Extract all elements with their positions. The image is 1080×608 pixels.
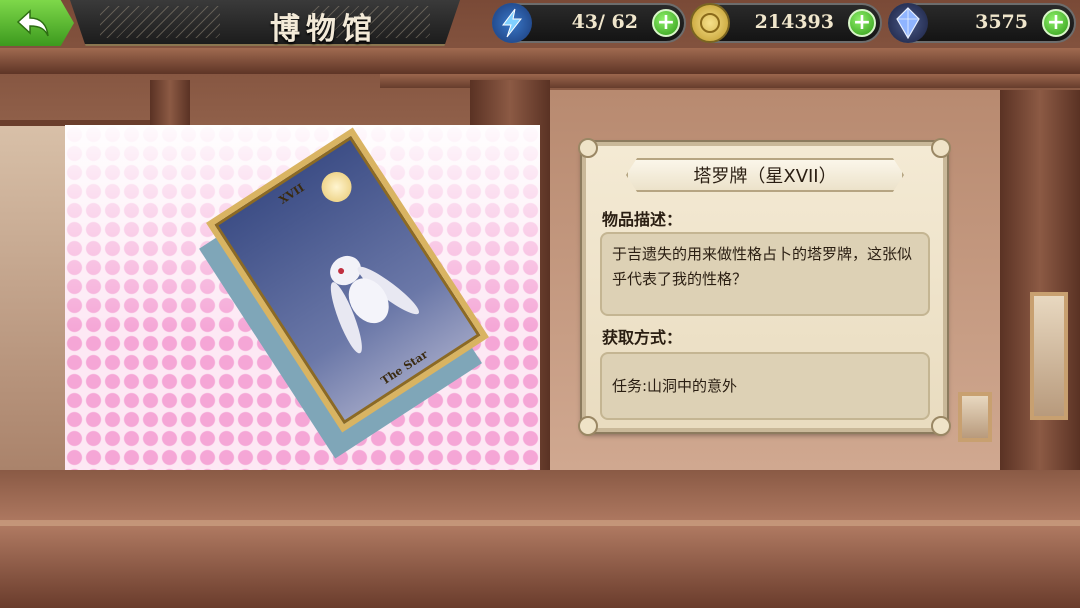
top-bar: 博物馆 43/ 62 + 214393 + 3575 + [0,0,1080,48]
acquire-label: 获取方式： [602,328,683,347]
description-box: 于吉遗失的用来做性格占卜的塔罗牌，这张似乎代表了我的性格？ [600,232,930,316]
item-name: 塔罗牌（星XVII） [693,166,837,187]
corner-ornament [578,416,598,436]
item-info-panel: 塔罗牌（星XVII） 物品描述： 于吉遗失的用来做性格占卜的塔罗牌，这张似乎代表… [578,138,951,436]
item-image-panel: XVII The Star [65,125,540,470]
description-text: 于吉遗失的用来做性格占卜的塔罗牌，这张似乎代表了我的性格？ [612,245,913,288]
tarot-card-image: XVII The Star [199,127,489,459]
plus-icon: + [656,10,676,35]
corner-ornament [931,416,951,436]
add-stamina-button[interactable]: + [652,9,680,37]
stamina-counter: 43/ 62 + [492,3,686,43]
add-gold-button[interactable]: + [848,9,876,37]
stamina-value: 43/ 62 [571,11,638,33]
add-gems-button[interactable]: + [1042,9,1070,37]
wall-painting [1030,292,1068,420]
page-title: 博物馆 [270,12,378,47]
acquire-box: 任务:山洞中的意外 [600,352,930,420]
floor [0,470,1080,608]
gems-value: 3575 [975,11,1028,33]
coin-icon [690,3,730,43]
wall-painting-small [958,392,992,442]
title-plate: 博物馆 [70,0,460,46]
lightning-icon [492,3,532,43]
back-arrow-icon [16,9,49,37]
plus-icon: + [1046,10,1066,35]
crystal-icon [888,3,928,43]
gold-counter: 214393 + [690,3,882,43]
acquire-text: 任务:山洞中的意外 [612,376,738,395]
bunny-illustration [330,255,420,354]
item-name-banner: 塔罗牌（星XVII） [626,158,904,192]
gold-value: 214393 [754,11,834,33]
gems-counter: 3575 + [888,3,1076,43]
corner-ornament [578,138,598,158]
corner-ornament [931,138,951,158]
back-button[interactable] [0,0,74,46]
plus-icon: + [852,10,872,35]
description-label: 物品描述： [602,210,683,229]
